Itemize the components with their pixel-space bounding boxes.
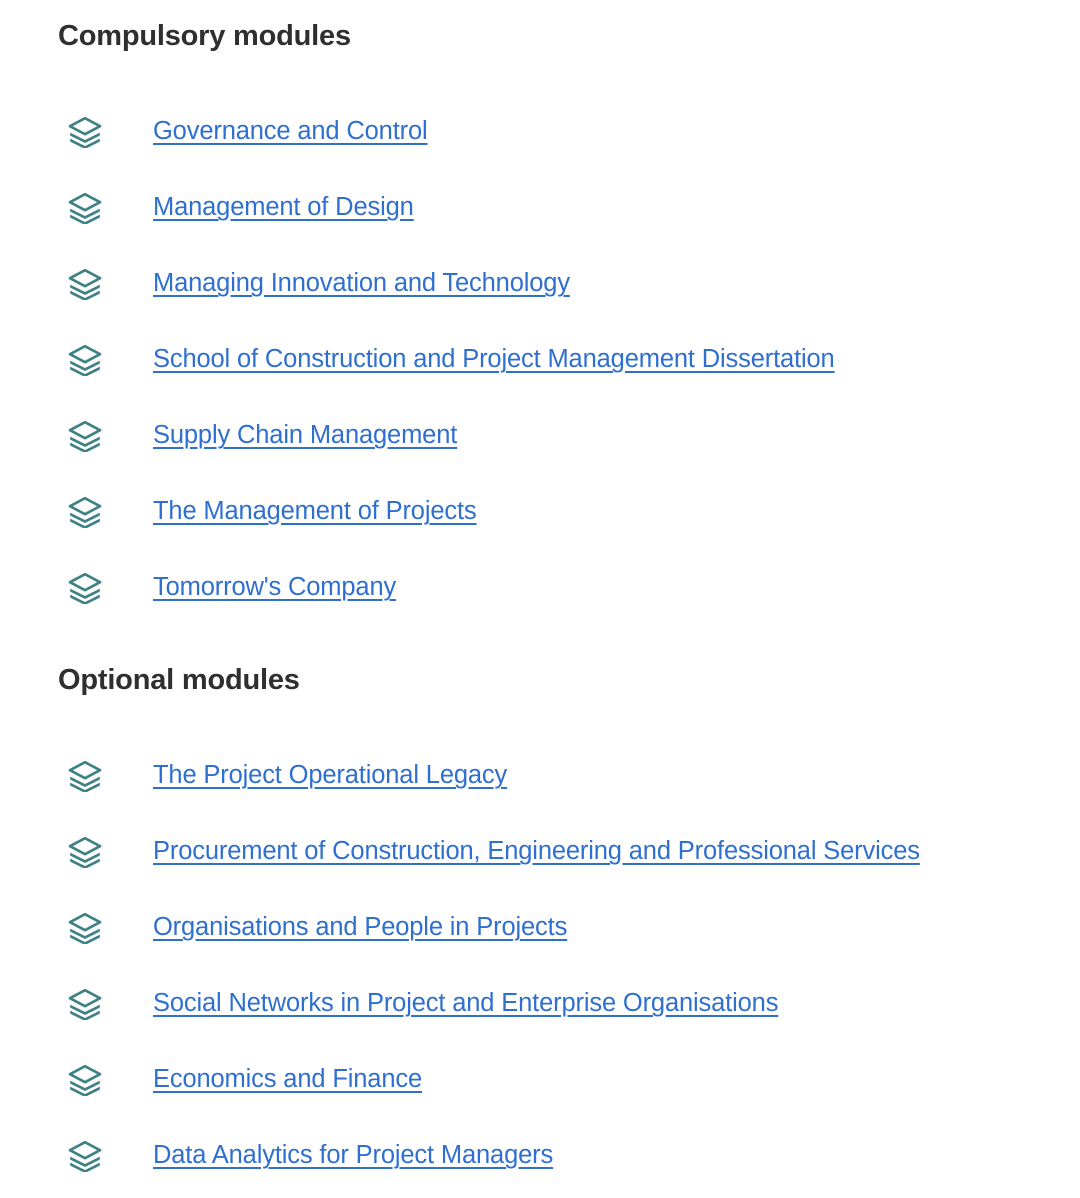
list-item[interactable]: Supply Chain Management (58, 398, 835, 474)
layers-icon (68, 420, 102, 452)
list-item[interactable]: The Management of Projects (58, 474, 835, 550)
module-link[interactable]: Data Analytics for Project Managers (153, 1141, 553, 1170)
list-item[interactable]: Managing Innovation and Technology (58, 246, 835, 322)
list-item[interactable]: Management of Design (58, 170, 835, 246)
layers-icon (68, 1140, 102, 1172)
module-link-wrap: The Management of Projects (153, 497, 477, 526)
layers-icon (68, 192, 102, 224)
optional-module-list: The Project Operational Legacy Procureme… (58, 738, 920, 1194)
module-link[interactable]: Management of Design (153, 193, 414, 222)
layers-icon (68, 836, 102, 868)
module-link-wrap: Economics and Finance (153, 1065, 422, 1094)
module-link[interactable]: Economics and Finance (153, 1065, 422, 1094)
module-link[interactable]: Governance and Control (153, 117, 428, 146)
list-item[interactable]: Economics and Finance (58, 1042, 920, 1118)
list-item[interactable]: Organisations and People in Projects (58, 890, 920, 966)
page-title-optional-modules: Optional modules (58, 664, 300, 696)
module-link-wrap: Governance and Control (153, 117, 428, 146)
module-link[interactable]: Procurement of Construction, Engineering… (153, 837, 920, 866)
list-item[interactable]: The Project Operational Legacy (58, 738, 920, 814)
layers-icon (68, 496, 102, 528)
page-title-compulsory-modules: Compulsory modules (58, 20, 351, 52)
layers-icon (68, 912, 102, 944)
list-item[interactable]: School of Construction and Project Manag… (58, 322, 835, 398)
module-link[interactable]: The Management of Projects (153, 497, 477, 526)
module-link-wrap: Tomorrow's Company (153, 573, 396, 602)
layers-icon (68, 116, 102, 148)
module-link-wrap: Management of Design (153, 193, 414, 222)
list-item[interactable]: Tomorrow's Company (58, 550, 835, 626)
layers-icon (68, 988, 102, 1020)
module-link-wrap: Managing Innovation and Technology (153, 269, 570, 298)
module-link-wrap: Social Networks in Project and Enterpris… (153, 989, 778, 1018)
module-link[interactable]: School of Construction and Project Manag… (153, 345, 835, 374)
module-link[interactable]: Organisations and People in Projects (153, 913, 567, 942)
list-item[interactable]: Social Networks in Project and Enterpris… (58, 966, 920, 1042)
module-link[interactable]: The Project Operational Legacy (153, 761, 507, 790)
layers-icon (68, 344, 102, 376)
module-link-wrap: Data Analytics for Project Managers (153, 1141, 553, 1170)
module-link[interactable]: Managing Innovation and Technology (153, 269, 570, 298)
list-item[interactable]: Governance and Control (58, 94, 835, 170)
module-link-wrap: Procurement of Construction, Engineering… (153, 837, 920, 866)
module-link[interactable]: Tomorrow's Company (153, 573, 396, 602)
module-link-wrap: School of Construction and Project Manag… (153, 345, 835, 374)
layers-icon (68, 572, 102, 604)
module-link-wrap: Organisations and People in Projects (153, 913, 567, 942)
module-link[interactable]: Supply Chain Management (153, 421, 457, 450)
module-listing-page: Compulsory modules Governance and Contro… (0, 0, 1080, 1198)
layers-icon (68, 1064, 102, 1096)
section-compulsory-modules: Compulsory modules Governance and Contro… (58, 22, 835, 626)
list-item[interactable]: Procurement of Construction, Engineering… (58, 814, 920, 890)
module-link-wrap: The Project Operational Legacy (153, 761, 507, 790)
module-link[interactable]: Social Networks in Project and Enterpris… (153, 989, 778, 1018)
layers-icon (68, 268, 102, 300)
layers-icon (68, 760, 102, 792)
section-optional-modules: Optional modules The Project Operational… (58, 666, 920, 1194)
list-item[interactable]: Data Analytics for Project Managers (58, 1118, 920, 1194)
compulsory-module-list: Governance and Control Management of Des… (58, 94, 835, 626)
module-link-wrap: Supply Chain Management (153, 421, 457, 450)
